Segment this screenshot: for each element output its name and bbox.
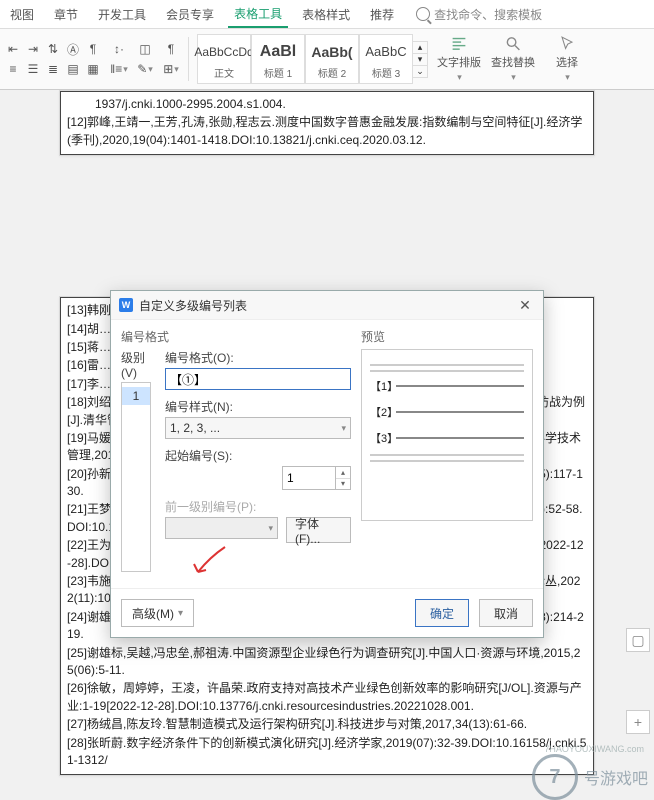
section-format-label: 编号格式 xyxy=(121,328,351,345)
justify-icon[interactable]: ▤ xyxy=(64,60,82,78)
tab-view[interactable]: 视图 xyxy=(4,2,40,27)
line-spacing-icon[interactable]: ‖≡▾ xyxy=(110,60,128,78)
borders-icon[interactable]: ⊞▾ xyxy=(162,60,180,78)
dialog-overlay: W 自定义多级编号列表 ✕ 编号格式 级别(V) 1 xyxy=(0,90,654,800)
paragraph-group: ⇤ ⇥ ⇅ Ⓐ ¶ ≡ ☰ ≣ ▤ ▦ xyxy=(4,40,102,78)
tab-table-tools[interactable]: 表格工具 xyxy=(228,1,288,28)
level-item-1[interactable]: 1 xyxy=(122,387,150,405)
line-number-icon[interactable]: ¶ xyxy=(84,40,102,58)
align-right-icon[interactable]: ≣ xyxy=(44,60,62,78)
text-layout-icon xyxy=(450,35,468,52)
close-button[interactable]: ✕ xyxy=(515,297,535,314)
distribute-icon[interactable]: ▦ xyxy=(84,60,102,78)
magnifier-icon xyxy=(504,35,522,52)
dialog-title: 自定义多级编号列表 xyxy=(139,297,247,314)
format-label: 编号格式(O): xyxy=(165,349,351,366)
style-heading1[interactable]: AaBl 标题 1 xyxy=(251,34,305,84)
search-placeholder: 查找命令、搜索模板 xyxy=(434,6,542,23)
tab-member[interactable]: 会员专享 xyxy=(160,2,220,27)
start-label: 起始编号(S): xyxy=(165,447,351,464)
tab-table-style[interactable]: 表格样式 xyxy=(296,2,356,27)
style-gallery[interactable]: AaBbCcDd 正文 AaBl 标题 1 AaBb( 标题 2 AaBbC 标… xyxy=(197,34,428,84)
indent-right-icon[interactable]: ⇥ xyxy=(24,40,42,58)
separator xyxy=(188,37,189,81)
number-style-select[interactable]: 1, 2, 3, ...▾ xyxy=(165,417,351,439)
style-label: 编号样式(N): xyxy=(165,398,351,415)
ribbon-tabs: 视图 章节 开发工具 会员专享 表格工具 表格样式 推荐 查找命令、搜索模板 xyxy=(0,0,654,29)
command-search[interactable]: 查找命令、搜索模板 xyxy=(416,6,542,23)
tab-devtools[interactable]: 开发工具 xyxy=(92,2,152,27)
document-area: 1937/j.cnki.1000-2995.2004.s1.004. [12]郭… xyxy=(0,90,654,800)
style-expand[interactable]: ⌄ xyxy=(413,65,427,77)
prev-level-label: 前一级别编号(P): xyxy=(165,498,351,515)
site-watermark: 7HAOYOUXIWANG.com 7 号游戏吧 xyxy=(532,754,648,800)
advanced-button[interactable]: 高级(M) xyxy=(121,599,194,627)
font-button[interactable]: 字体(F)... xyxy=(286,517,351,543)
style-scroll-down[interactable]: ▾ xyxy=(413,53,427,65)
number-format-input[interactable] xyxy=(165,368,351,390)
style-heading2[interactable]: AaBb( 标题 2 xyxy=(305,34,359,84)
indent-left-icon[interactable]: ⇤ xyxy=(4,40,22,58)
dialog-titlebar[interactable]: W 自定义多级编号列表 ✕ xyxy=(111,291,543,320)
wps-icon: W xyxy=(119,298,133,312)
align-center-icon[interactable]: ☰ xyxy=(24,60,42,78)
spacing-icon[interactable]: ⇅ xyxy=(44,40,62,58)
tab-chapter[interactable]: 章节 xyxy=(48,2,84,27)
spin-up[interactable]: ▴ xyxy=(336,467,350,479)
ok-button[interactable]: 确定 xyxy=(415,599,469,627)
text-layout-button[interactable]: 文字排版▾ xyxy=(436,35,482,83)
snap-icon[interactable]: Ⓐ xyxy=(64,40,82,58)
style-normal[interactable]: AaBbCcDd 正文 xyxy=(197,34,251,84)
multilevel-list-dialog: W 自定义多级编号列表 ✕ 编号格式 级别(V) 1 xyxy=(110,290,544,638)
start-number-spinner[interactable]: ▴▾ xyxy=(282,466,351,490)
shading-icon[interactable]: ✎▾ xyxy=(136,60,154,78)
spin-down[interactable]: ▾ xyxy=(336,479,350,490)
level-list[interactable]: 1 xyxy=(121,382,151,572)
search-icon xyxy=(416,7,430,21)
sort-icon[interactable]: ↕· xyxy=(110,40,128,58)
align-left-icon[interactable]: ≡ xyxy=(4,60,22,78)
prev-level-select: ▾ xyxy=(165,517,278,539)
preview-box: 【1】 【2】 【3】 xyxy=(361,349,533,521)
style-scroll-up[interactable]: ▴ xyxy=(413,42,427,53)
tab-recommend[interactable]: 推荐 xyxy=(364,2,400,27)
style-heading3[interactable]: AaBbC 标题 3 xyxy=(359,34,413,84)
clear-format-icon[interactable]: ◫ xyxy=(136,40,154,58)
cancel-button[interactable]: 取消 xyxy=(479,599,533,627)
find-replace-button[interactable]: 查找替换▾ xyxy=(490,35,536,83)
level-label: 级别(V) xyxy=(121,349,157,380)
select-button[interactable]: 选择▾ xyxy=(544,35,590,83)
section-preview-label: 预览 xyxy=(361,328,533,345)
show-marks-icon[interactable]: ¶ xyxy=(162,40,180,58)
watermark-logo-icon: 7 xyxy=(532,754,578,800)
start-number-input[interactable] xyxy=(283,467,335,489)
ribbon-toolbar: ⇤ ⇥ ⇅ Ⓐ ¶ ≡ ☰ ≣ ▤ ▦ ↕· ‖≡▾ ◫ ✎▾ ¶ ⊞▾ AaB… xyxy=(0,29,654,90)
cursor-icon xyxy=(558,35,576,52)
